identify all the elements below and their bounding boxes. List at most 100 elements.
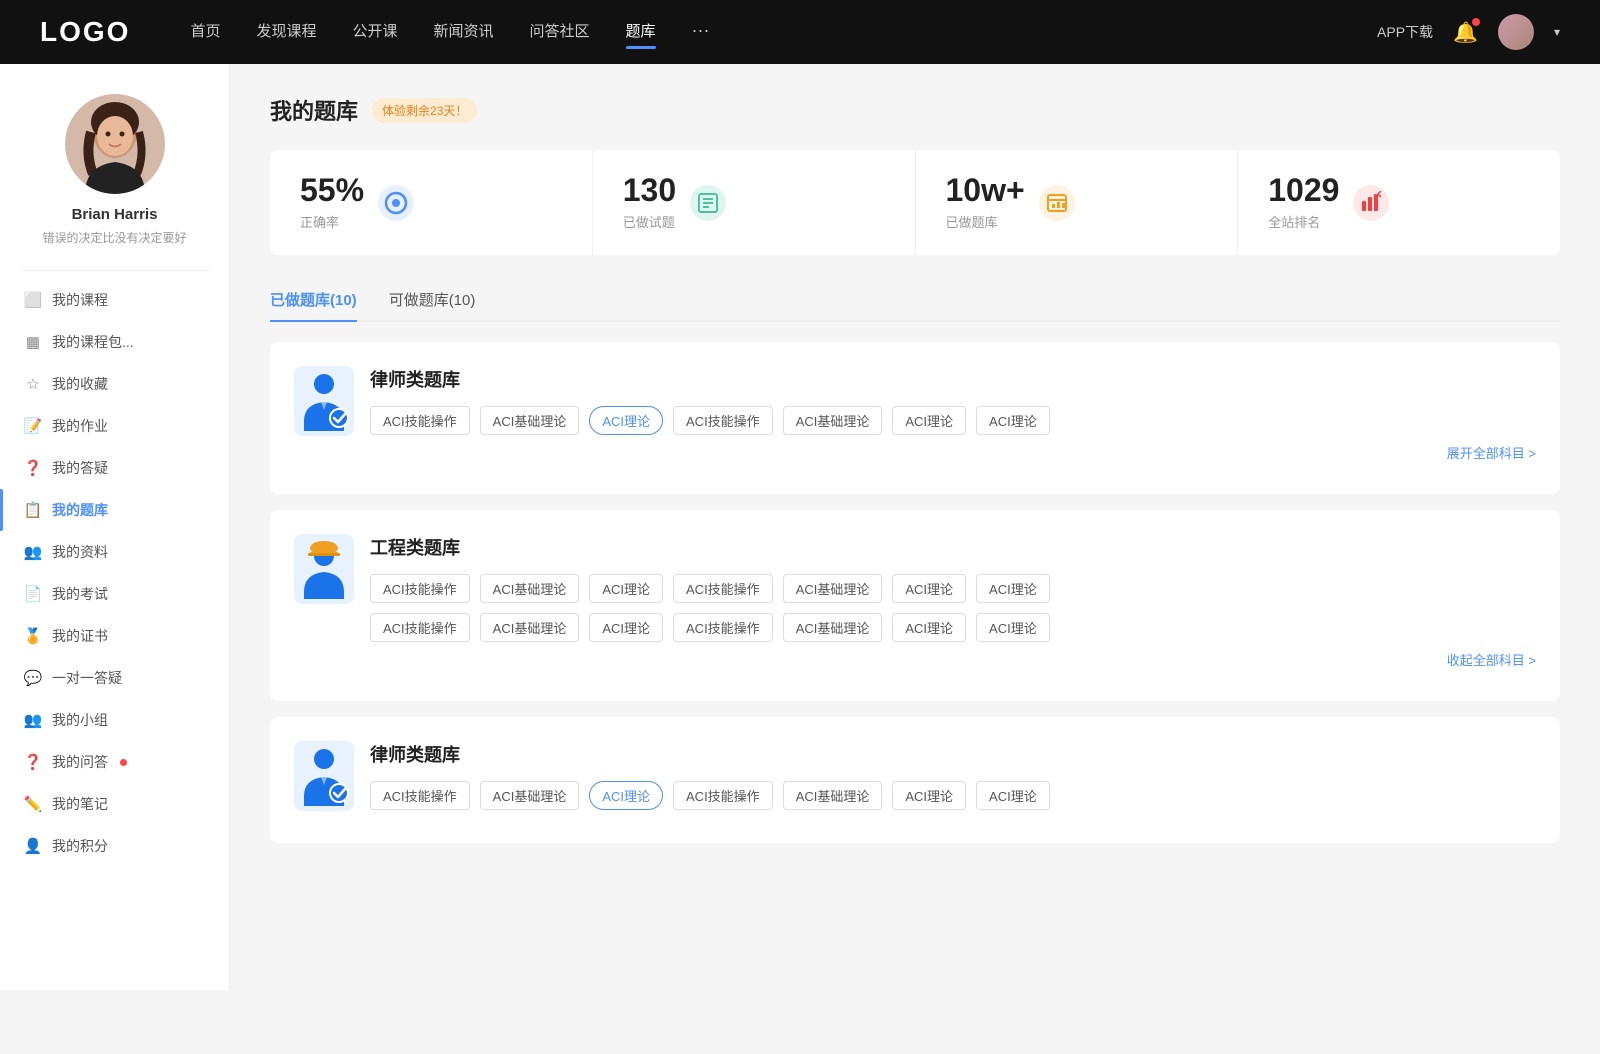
qbank-tag[interactable]: ACI基础理论 [783,613,883,642]
sidebar: Brian Harris 错误的决定比没有决定要好 ⬜ 我的课程 ▦ 我的课程包… [0,64,230,990]
sidebar-item-label: 我的笔记 [52,794,108,814]
qbank-tag[interactable]: ACI基础理论 [480,781,580,810]
qbank-tag[interactable]: ACI技能操作 [673,781,773,810]
qbank-tag[interactable]: ACI理论 [589,574,663,603]
qbank-tag[interactable]: ACI理论 [976,613,1050,642]
sidebar-profile: Brian Harris 错误的决定比没有决定要好 [0,64,229,262]
qbank-tag[interactable]: ACI理论 [976,406,1050,435]
stat-questions-value: 130 [623,174,676,206]
stat-accuracy-label: 正确率 [300,212,364,231]
nav-more[interactable]: ··· [692,20,710,45]
accuracy-icon [378,185,414,221]
qbank-tags-engineer1-row1: ACI技能操作 ACI基础理论 ACI理论 ACI技能操作 ACI基础理论 AC… [370,574,1536,603]
notification-bell[interactable]: 🔔 [1453,20,1478,45]
qbank-icon-lawyer1 [294,366,354,436]
qbank-tag-highlight[interactable]: ACI理论 [589,406,663,435]
stats-row: 55% 正确率 130 已做试题 [270,150,1560,255]
qbank-tag[interactable]: ACI技能操作 [370,781,470,810]
qbank-tag[interactable]: ACI理论 [892,781,966,810]
app-download-link[interactable]: APP下载 [1377,22,1433,42]
qbank-tag[interactable]: ACI理论 [892,574,966,603]
stat-ranking-value: 1029 [1268,174,1339,206]
qbank-tag[interactable]: ACI基础理论 [783,574,883,603]
qbank-tag[interactable]: ACI理论 [976,574,1050,603]
qbank-tag[interactable]: ACI基础理论 [480,406,580,435]
nav-courses[interactable]: 发现课程 [256,20,316,45]
nav-qbank[interactable]: 题库 [626,20,656,45]
qbank-tags-lawyer1: ACI技能操作 ACI基础理论 ACI理论 ACI技能操作 ACI基础理论 AC… [370,406,1536,435]
sidebar-item-course-package[interactable]: ▦ 我的课程包... [0,321,229,363]
qbank-title-lawyer2: 律师类题库 [370,741,1536,767]
tab-done[interactable]: 已做题库(10) [270,279,357,320]
collapse-engineer1[interactable]: 收起全部科目 > [370,650,1536,669]
qbank-tag[interactable]: ACI技能操作 [370,574,470,603]
qbank-tag[interactable]: ACI理论 [892,613,966,642]
topnav: LOGO 首页 发现课程 公开课 新闻资讯 问答社区 题库 ··· APP下载 … [0,0,1600,64]
sidebar-item-label: 我的考试 [52,584,108,604]
user-menu-chevron[interactable]: ▾ [1554,25,1560,39]
group-icon: 👥 [24,711,42,729]
user-avatar[interactable] [1498,14,1534,50]
page-header: 我的题库 体验剩余23天！ [270,94,1560,126]
sidebar-item-label: 我的作业 [52,416,108,436]
stat-accuracy: 55% 正确率 [270,150,593,255]
qbank-card-lawyer2: 律师类题库 ACI技能操作 ACI基础理论 ACI理论 ACI技能操作 ACI基… [270,717,1560,843]
sidebar-item-homework[interactable]: 📝 我的作业 [0,405,229,447]
avatar-svg [65,94,165,194]
qbank-title-lawyer1: 律师类题库 [370,366,1536,392]
nav-news[interactable]: 新闻资讯 [434,20,494,45]
qbank-tag[interactable]: ACI理论 [976,781,1050,810]
sidebar-item-exam[interactable]: 📄 我的考试 [0,573,229,615]
sidebar-item-my-qa[interactable]: ❓ 我的问答 [0,741,229,783]
stat-accuracy-value: 55% [300,174,364,206]
package-icon: ▦ [24,333,42,351]
nav-open-course[interactable]: 公开课 [352,20,397,45]
stat-questions-label: 已做试题 [623,212,676,231]
qbank-icon: 📋 [24,501,42,519]
nav-home[interactable]: 首页 [190,20,220,45]
sidebar-item-profile[interactable]: 👥 我的资料 [0,531,229,573]
qbank-tag[interactable]: ACI技能操作 [673,574,773,603]
nav-qa[interactable]: 问答社区 [530,20,590,45]
sidebar-item-certificate[interactable]: 🏅 我的证书 [0,615,229,657]
sidebar-item-label: 我的题库 [52,500,108,520]
qbank-tag[interactable]: ACI基础理论 [480,574,580,603]
qbank-tag[interactable]: ACI基础理论 [480,613,580,642]
engineer-svg [294,534,354,604]
qbank-tag[interactable]: ACI技能操作 [370,406,470,435]
sidebar-item-label: 我的积分 [52,836,108,856]
qbank-tag[interactable]: ACI基础理论 [783,406,883,435]
banks-icon [1039,185,1075,221]
sidebar-item-1on1qa[interactable]: 💬 一对一答疑 [0,657,229,699]
star-icon: ☆ [24,375,42,393]
sidebar-item-notes[interactable]: ✏️ 我的笔记 [0,783,229,825]
nav-menu: 首页 发现课程 公开课 新闻资讯 问答社区 题库 ··· [190,20,1377,45]
stat-banks: 10w+ 已做题库 [916,150,1239,255]
qbank-tag[interactable]: ACI技能操作 [370,613,470,642]
expand-lawyer1[interactable]: 展开全部科目 > [370,443,1536,462]
1on1-icon: 💬 [24,669,42,687]
tab-available[interactable]: 可做题库(10) [389,279,476,320]
sidebar-item-my-courses[interactable]: ⬜ 我的课程 [0,279,229,321]
sidebar-item-group[interactable]: 👥 我的小组 [0,699,229,741]
sidebar-item-qa[interactable]: ❓ 我的答疑 [0,447,229,489]
qbank-tag[interactable]: ACI理论 [589,613,663,642]
sidebar-username: Brian Harris [72,206,158,223]
qbank-icon-lawyer2 [294,741,354,811]
qbank-tag[interactable]: ACI基础理论 [783,781,883,810]
sidebar-item-points[interactable]: 👤 我的积分 [0,825,229,867]
qbank-tag[interactable]: ACI技能操作 [673,613,773,642]
sidebar-item-label: 我的小组 [52,710,108,730]
lawyer-svg-2 [294,741,354,811]
qbank-tag[interactable]: ACI技能操作 [673,406,773,435]
stat-ranking: 1029 全站排名 [1238,150,1560,255]
main-wrapper: Brian Harris 错误的决定比没有决定要好 ⬜ 我的课程 ▦ 我的课程包… [0,64,1600,990]
sidebar-item-favorites[interactable]: ☆ 我的收藏 [0,363,229,405]
stat-banks-label: 已做题库 [946,212,1025,231]
sidebar-item-qbank[interactable]: 📋 我的题库 [0,489,229,531]
qbank-tag[interactable]: ACI理论 [892,406,966,435]
points-icon: 👤 [24,837,42,855]
qbank-tag-highlight[interactable]: ACI理论 [589,781,663,810]
sidebar-item-label: 我的证书 [52,626,108,646]
sidebar-item-label: 一对一答疑 [52,668,122,688]
